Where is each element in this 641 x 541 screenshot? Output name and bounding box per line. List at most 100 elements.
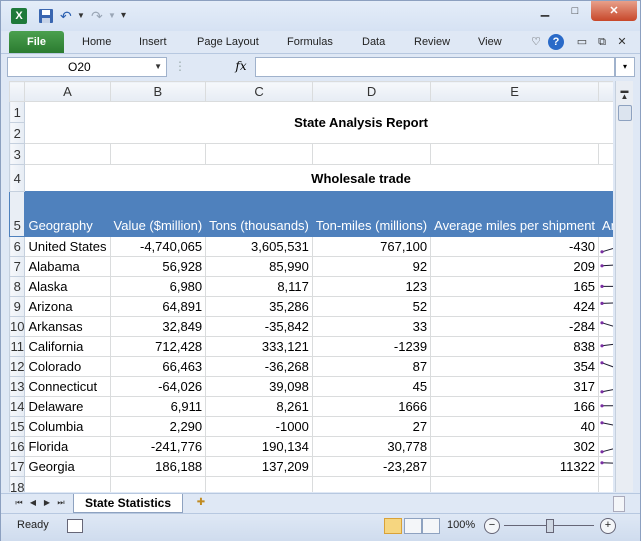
cell-geography[interactable]: Alaska xyxy=(24,276,111,297)
cell-value[interactable]: 66,463 xyxy=(109,356,207,377)
cell-average-miles[interactable]: 424 xyxy=(430,296,600,317)
cell-average-miles[interactable]: -430 xyxy=(430,236,600,257)
maximize-button[interactable]: □ xyxy=(561,1,589,21)
column-header-d[interactable]: D xyxy=(311,81,432,102)
column-header-a[interactable]: A xyxy=(24,81,111,102)
vertical-scrollbar[interactable]: ▬ ▲ xyxy=(615,81,633,492)
row-header[interactable]: 11 xyxy=(9,336,26,357)
name-box-dropdown-icon[interactable]: ▼ xyxy=(154,58,162,76)
cell-sparkline[interactable] xyxy=(598,276,613,297)
row-header[interactable]: 13 xyxy=(9,376,26,397)
zoom-out-button[interactable]: − xyxy=(484,518,500,534)
cell-sparkline[interactable] xyxy=(598,236,613,257)
insert-function-button[interactable]: fx xyxy=(231,57,251,75)
cell-ton-miles[interactable]: 87 xyxy=(311,356,432,377)
cell-tons[interactable]: 137,209 xyxy=(205,456,313,477)
cell-value[interactable]: 712,428 xyxy=(109,336,207,357)
cell-ton-miles[interactable]: 33 xyxy=(311,316,432,337)
workbook-close-icon[interactable]: ✕ xyxy=(614,34,630,50)
worksheet-grid[interactable]: A B C D E M 1 State Analysis Report 2 3 … xyxy=(9,81,613,492)
cell-sparkline[interactable] xyxy=(598,396,613,417)
cell-geography[interactable]: Delaware xyxy=(24,396,111,417)
row-header[interactable]: 5 xyxy=(9,191,26,237)
cell-average-miles[interactable]: 838 xyxy=(430,336,600,357)
zoom-slider-thumb[interactable] xyxy=(546,519,554,533)
cell-value[interactable]: 6,911 xyxy=(109,396,207,417)
cell-geography[interactable]: Georgia xyxy=(24,456,111,477)
cell[interactable] xyxy=(311,143,432,165)
sheet-tab-state-statistics[interactable]: State Statistics xyxy=(73,494,183,513)
scroll-thumb[interactable] xyxy=(618,105,632,121)
scroll-up-icon[interactable]: ▲ xyxy=(616,89,633,105)
last-sheet-icon[interactable]: ⏭ xyxy=(55,496,67,510)
cell-average-miles[interactable]: 317 xyxy=(430,376,600,397)
row-header[interactable]: 18 xyxy=(9,476,26,492)
cell-value[interactable]: 6,980 xyxy=(109,276,207,297)
header-tons[interactable]: Tons (thousands) xyxy=(205,191,313,237)
zoom-in-button[interactable]: + xyxy=(600,518,616,534)
macro-record-icon[interactable] xyxy=(67,519,83,533)
cell-ton-miles[interactable]: 27 xyxy=(311,416,432,437)
cell-tons[interactable]: 39,098 xyxy=(205,376,313,397)
cell-average-miles[interactable]: 40 xyxy=(430,416,600,437)
cell[interactable] xyxy=(24,143,111,165)
cell-average-miles[interactable]: 165 xyxy=(430,276,600,297)
cell-geography[interactable]: Arizona xyxy=(24,296,111,317)
prev-sheet-icon[interactable]: ◀ xyxy=(27,496,39,510)
minimize-button[interactable]: ▁ xyxy=(531,1,559,21)
excel-logo-icon[interactable]: X xyxy=(11,8,27,24)
cell-average-miles[interactable]: 209 xyxy=(430,256,600,277)
cell-tons[interactable]: 333,121 xyxy=(205,336,313,357)
insert-sheet-icon[interactable]: ✚ xyxy=(193,496,209,510)
cell-value[interactable]: -64,026 xyxy=(109,376,207,397)
page-break-view-icon[interactable] xyxy=(422,518,440,534)
header-average-miles[interactable]: Average miles per shipment xyxy=(430,191,600,237)
workbook-minimize-icon[interactable]: ▭ xyxy=(574,34,590,50)
file-tab[interactable]: File xyxy=(9,31,64,53)
cell[interactable] xyxy=(430,476,600,492)
row-header[interactable]: 14 xyxy=(9,396,26,417)
redo-icon[interactable]: ↷ xyxy=(91,8,107,24)
cell-ton-miles[interactable]: -23,287 xyxy=(311,456,432,477)
column-header-m[interactable]: M xyxy=(598,81,613,102)
zoom-level[interactable]: 100% xyxy=(447,519,475,531)
name-box[interactable]: O20 ▼ xyxy=(7,57,167,77)
column-header-e[interactable]: E xyxy=(430,81,600,102)
column-header-c[interactable]: C xyxy=(205,81,313,102)
tab-insert[interactable]: Insert xyxy=(139,31,167,53)
tab-review[interactable]: Review xyxy=(414,31,450,53)
cell[interactable] xyxy=(24,476,111,492)
cell[interactable] xyxy=(598,143,613,165)
cell-ton-miles[interactable]: 92 xyxy=(311,256,432,277)
cell-ton-miles[interactable]: 1666 xyxy=(311,396,432,417)
cell-geography[interactable]: Arkansas xyxy=(24,316,111,337)
row-header[interactable]: 10 xyxy=(9,316,26,337)
close-button[interactable]: ✕ xyxy=(591,1,637,21)
cell-tons[interactable]: 8,117 xyxy=(205,276,313,297)
cell-sparkline[interactable] xyxy=(598,296,613,317)
row-header[interactable]: 3 xyxy=(9,143,26,165)
cell-value[interactable]: 186,188 xyxy=(109,456,207,477)
cell-sparkline[interactable] xyxy=(598,336,613,357)
cell-tons[interactable]: 85,990 xyxy=(205,256,313,277)
cell-tons[interactable]: -35,842 xyxy=(205,316,313,337)
cell-tons[interactable]: 8,261 xyxy=(205,396,313,417)
row-header[interactable]: 6 xyxy=(9,236,26,257)
cell-average-miles[interactable]: 11322 xyxy=(430,456,600,477)
cell-value[interactable]: -4,740,065 xyxy=(109,236,207,257)
cell-ton-miles[interactable]: 52 xyxy=(311,296,432,317)
cell-ton-miles[interactable]: 30,778 xyxy=(311,436,432,457)
row-header[interactable]: 7 xyxy=(9,256,26,277)
tab-formulas[interactable]: Formulas xyxy=(287,31,333,53)
cell-geography[interactable]: Columbia xyxy=(24,416,111,437)
cell[interactable] xyxy=(109,143,207,165)
workbook-restore-icon[interactable]: ⧉ xyxy=(594,34,610,50)
cell[interactable] xyxy=(109,476,207,492)
cell-ton-miles[interactable]: -1239 xyxy=(311,336,432,357)
column-header-b[interactable]: B xyxy=(109,81,207,102)
row-header[interactable]: 16 xyxy=(9,436,26,457)
cell[interactable] xyxy=(598,476,613,492)
cell-sparkline[interactable] xyxy=(598,416,613,437)
cell-sparkline[interactable] xyxy=(598,436,613,457)
cell-value[interactable]: 2,290 xyxy=(109,416,207,437)
